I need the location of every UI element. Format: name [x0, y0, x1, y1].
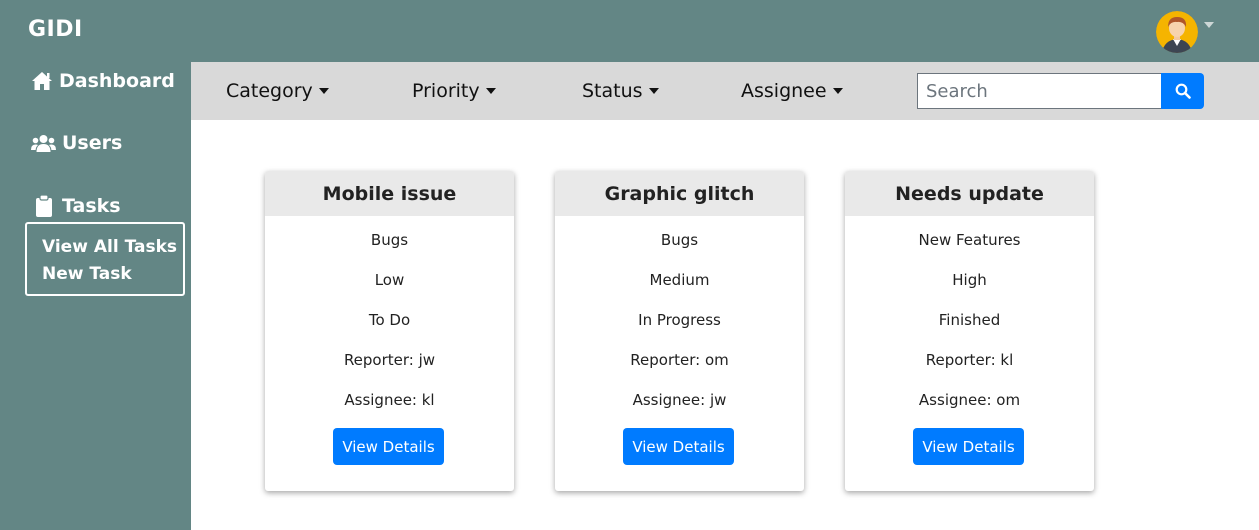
task-category: Bugs — [370, 231, 409, 249]
sidebar-item-label: Tasks — [62, 195, 121, 217]
task-card: Needs update New Features High Finished … — [845, 171, 1094, 491]
chevron-down-icon — [1204, 22, 1214, 28]
view-details-button[interactable]: View Details — [913, 428, 1024, 465]
filter-bar: Category Priority Status Assignee — [191, 62, 1259, 120]
task-card-title: Needs update — [845, 171, 1094, 216]
category-dropdown[interactable]: Category — [226, 80, 329, 102]
search-icon — [1175, 83, 1191, 99]
clipboard-icon — [36, 195, 52, 217]
sidebar-item-dashboard[interactable]: Dashboard — [31, 70, 175, 92]
task-assignee: Assignee: om — [918, 391, 1021, 409]
sidebar-item-users[interactable]: Users — [31, 132, 122, 154]
task-status: In Progress — [638, 311, 721, 329]
task-card: Graphic glitch Bugs Medium In Progress R… — [555, 171, 804, 491]
priority-dropdown[interactable]: Priority — [412, 80, 496, 102]
task-status: Finished — [938, 311, 1001, 329]
category-dropdown-label: Category — [226, 80, 313, 102]
user-menu[interactable] — [1156, 11, 1214, 53]
task-card: Mobile issue Bugs Low To Do Reporter: jw… — [265, 171, 514, 491]
task-priority: Medium — [649, 271, 710, 289]
assignee-dropdown-label: Assignee — [741, 80, 827, 102]
search-button[interactable] — [1161, 73, 1204, 109]
view-details-button[interactable]: View Details — [333, 428, 444, 465]
task-category: Bugs — [660, 231, 699, 249]
task-reporter: Reporter: jw — [343, 351, 436, 369]
sidebar: Dashboard Users Tasks View All Tasks New… — [0, 62, 191, 530]
assignee-dropdown[interactable]: Assignee — [741, 80, 843, 102]
chevron-down-icon — [648, 88, 659, 94]
task-status: To Do — [368, 311, 411, 329]
task-priority: High — [952, 271, 987, 289]
top-navbar: GIDI — [0, 0, 1259, 62]
view-details-button[interactable]: View Details — [623, 428, 734, 465]
sidebar-item-label: Dashboard — [59, 70, 175, 92]
tasks-submenu: View All Tasks New Task — [25, 222, 185, 296]
task-assignee: Assignee: kl — [344, 391, 435, 409]
status-dropdown-label: Status — [582, 80, 643, 102]
task-category: New Features — [918, 231, 1021, 249]
avatar[interactable] — [1156, 11, 1198, 53]
priority-dropdown-label: Priority — [412, 80, 480, 102]
task-card-title: Graphic glitch — [555, 171, 804, 216]
task-reporter: Reporter: om — [630, 351, 729, 369]
task-reporter: Reporter: kl — [925, 351, 1014, 369]
users-icon — [31, 135, 56, 152]
new-task-link[interactable]: New Task — [42, 261, 183, 288]
brand-logo[interactable]: GIDI — [28, 17, 83, 42]
view-all-tasks-link[interactable]: View All Tasks — [42, 234, 183, 261]
search-input[interactable] — [917, 73, 1163, 109]
task-assignee: Assignee: jw — [632, 391, 727, 409]
task-card-title: Mobile issue — [265, 171, 514, 216]
home-icon — [32, 72, 52, 90]
chevron-down-icon — [832, 88, 843, 94]
chevron-down-icon — [485, 88, 496, 94]
status-dropdown[interactable]: Status — [582, 80, 659, 102]
sidebar-item-tasks[interactable]: Tasks — [36, 195, 121, 217]
sidebar-item-label: Users — [62, 132, 123, 154]
chevron-down-icon — [318, 88, 329, 94]
task-priority: Low — [374, 271, 405, 289]
